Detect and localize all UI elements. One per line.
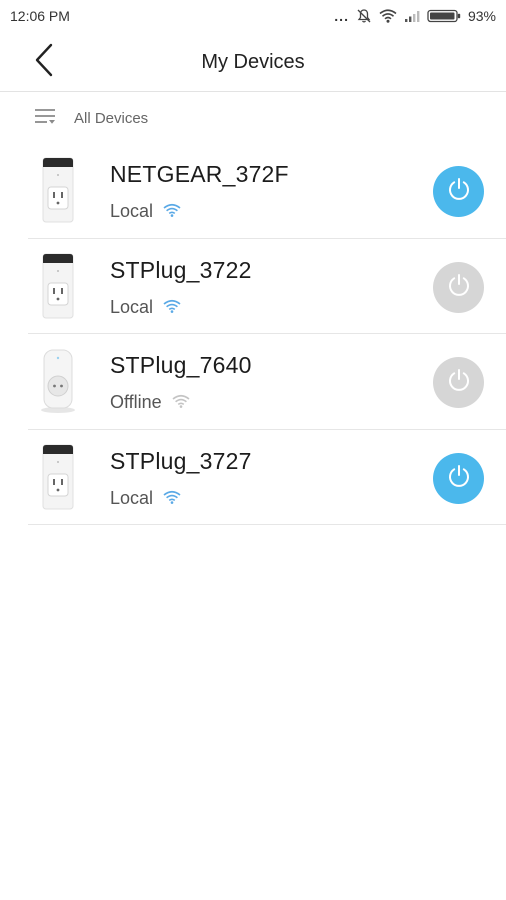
device-status: Local [110, 201, 181, 222]
device-status-label: Offline [110, 392, 162, 412]
device-row[interactable]: STPlug_3722 Local [28, 239, 506, 334]
smart-plug-icon [38, 346, 78, 416]
status-dots: ... [334, 8, 349, 24]
device-name: STPlug_3722 [110, 256, 252, 283]
device-name: NETGEAR_372F [110, 161, 289, 187]
wifi-icon [163, 297, 181, 318]
device-list: NETGEAR_372F Local STPlug_3722 Local STP… [28, 143, 506, 525]
app-header: My Devices [0, 32, 506, 92]
device-status: Offline [110, 392, 190, 413]
smart-plug-icon [38, 251, 78, 321]
notifications-muted-icon [356, 8, 372, 24]
filter-icon [34, 107, 56, 130]
device-status: Local [110, 297, 181, 318]
device-row[interactable]: STPlug_3727 Local [28, 430, 506, 525]
power-icon [446, 367, 472, 398]
power-icon [446, 176, 472, 207]
power-toggle-button[interactable] [433, 452, 484, 504]
device-name: STPlug_7640 [110, 352, 252, 378]
status-bar: 12:06 PM ... 93% [0, 0, 506, 32]
wifi-status-icon [379, 9, 397, 23]
power-toggle-button[interactable] [433, 261, 484, 313]
battery-icon [427, 9, 461, 23]
power-toggle-button[interactable] [433, 357, 484, 408]
status-time: 12:06 PM [10, 8, 70, 24]
device-filter[interactable]: All Devices [0, 93, 506, 143]
back-arrow-icon [34, 43, 54, 82]
wifi-icon [163, 488, 181, 509]
device-status-label: Local [110, 201, 154, 221]
wifi-icon [163, 201, 181, 222]
back-button[interactable] [26, 42, 62, 82]
wifi-icon [172, 392, 190, 413]
battery-percent: 93% [467, 8, 496, 24]
status-icons: ... 93% [334, 8, 496, 24]
device-row[interactable]: NETGEAR_372F Local [28, 143, 506, 239]
power-icon [446, 463, 472, 494]
page-title: My Devices [201, 51, 305, 73]
filter-label: All Devices [74, 109, 149, 127]
signal-icon [404, 9, 420, 23]
device-name: STPlug_3727 [110, 447, 252, 474]
power-toggle-button[interactable] [433, 166, 484, 217]
smart-plug-icon [38, 155, 78, 225]
device-status-label: Local [110, 487, 154, 508]
device-status: Local [110, 488, 181, 509]
smart-plug-icon [38, 442, 78, 512]
power-icon [446, 272, 472, 303]
device-row[interactable]: STPlug_7640 Offline [28, 334, 506, 430]
device-status-label: Local [110, 296, 154, 317]
